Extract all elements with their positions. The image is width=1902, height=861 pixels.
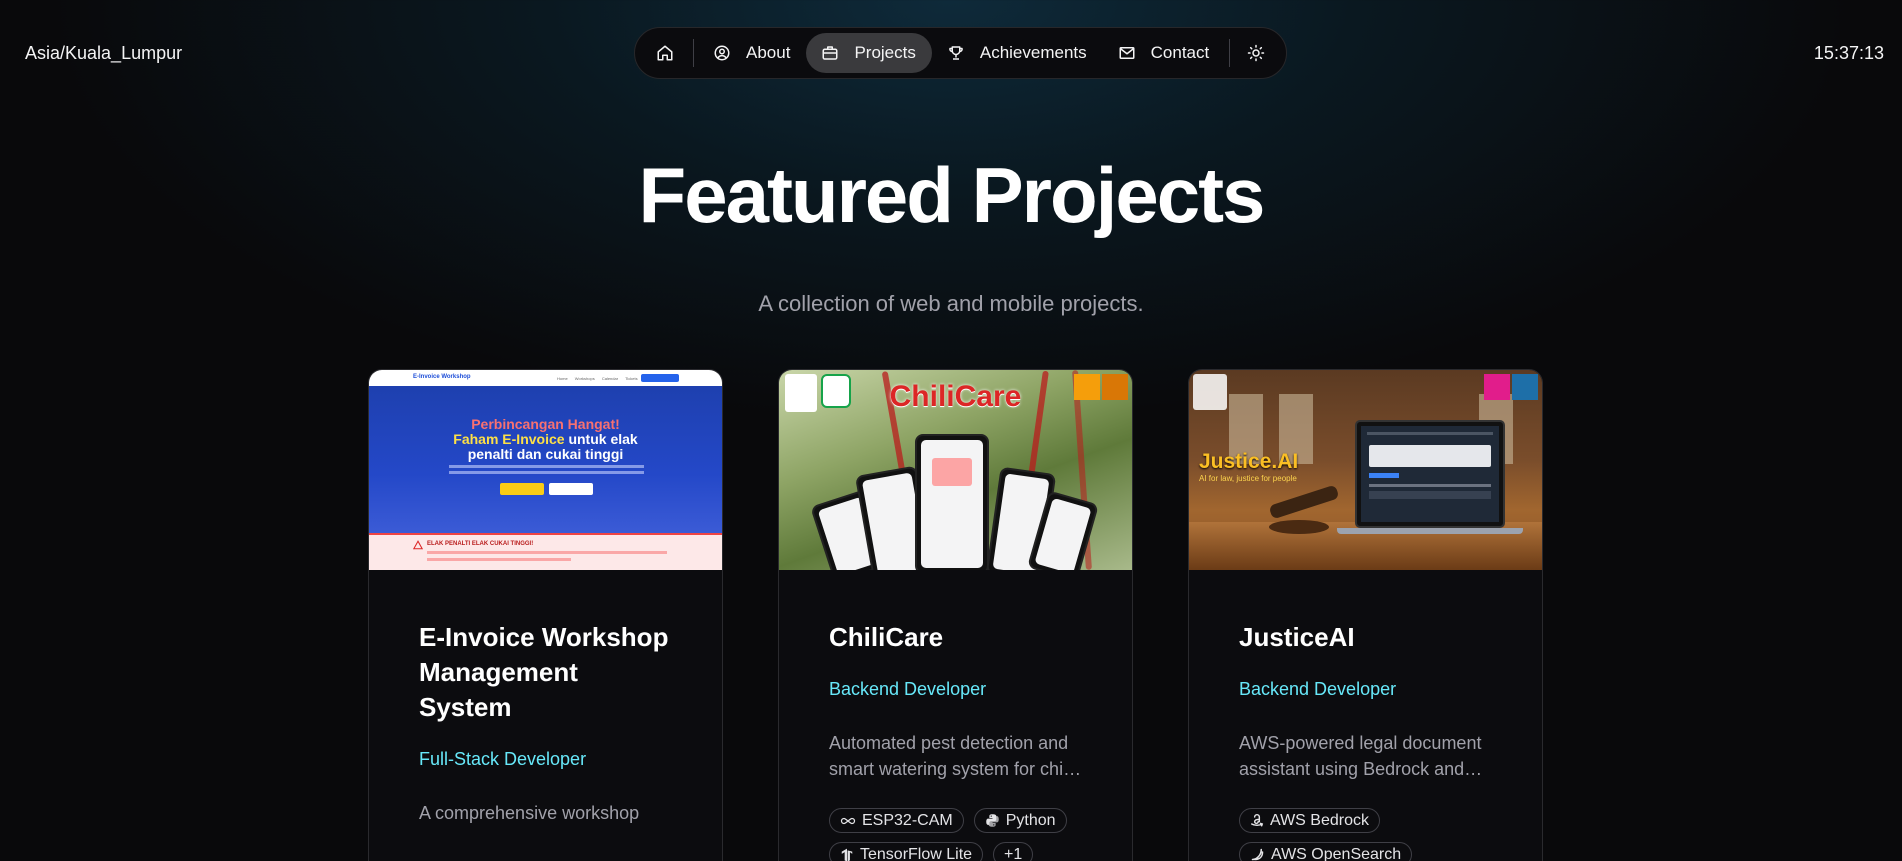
nav-contact[interactable]: Contact (1103, 33, 1226, 73)
thumbnail-heading: Perbincangan Hangat! (471, 416, 620, 432)
project-thumbnail: E-Invoice Workshop Home Workshops Calend… (369, 370, 722, 570)
tech-tag: ESP32-CAM (829, 808, 964, 833)
project-description: Automated pest detection and smart water… (829, 733, 1072, 779)
project-role: Backend Developer (1239, 679, 1397, 699)
project-title: ChiliCare (829, 622, 944, 652)
briefcase-icon (820, 43, 840, 63)
infinity-icon (840, 816, 856, 826)
tech-tags: AWS Bedrock AWS OpenSearch (1239, 808, 1492, 861)
project-thumbnail: Justice.AI AI for law, justice for peopl… (1189, 370, 1542, 570)
nav-home-button[interactable] (641, 33, 689, 73)
tensorflow-icon (840, 847, 854, 861)
page-subtitle: A collection of web and mobile projects. (758, 291, 1144, 316)
tech-tag-more[interactable]: +1 (993, 842, 1034, 861)
nav-about-label: About (746, 43, 791, 62)
sun-icon (1246, 43, 1266, 63)
tech-tag: Python (973, 808, 1067, 833)
nav-contact-label: Contact (1150, 43, 1210, 62)
project-description: AWS-powered legal document assistant usi… (1239, 733, 1482, 779)
nav-divider (693, 39, 694, 67)
top-navbar: About Projects Achievements Contact (634, 27, 1287, 79)
project-role: Backend Developer (829, 679, 987, 699)
project-description: A comprehensive workshop (419, 803, 640, 823)
theme-toggle-button[interactable] (1234, 33, 1278, 73)
page-title: Featured Projects (638, 151, 1266, 239)
nav-achievements[interactable]: Achievements (932, 33, 1103, 73)
project-card-justiceai[interactable]: Justice.AI AI for law, justice for peopl… (1188, 369, 1543, 861)
thumbnail-heading-2: Faham E-Invoice untuk elak penalti dan c… (453, 431, 638, 462)
project-role: Full-Stack Developer (419, 749, 587, 769)
thumbnail-brand: ChiliCare (889, 380, 1022, 413)
project-card-einvoice[interactable]: E-Invoice Workshop Home Workshops Calend… (368, 369, 723, 861)
thumbnail-logo-text: E-Invoice Workshop (413, 374, 471, 380)
tech-tag: AWS OpenSearch (1239, 842, 1413, 861)
nav-projects[interactable]: Projects (806, 33, 932, 73)
nav-projects-label: Projects (854, 43, 916, 62)
home-icon (655, 43, 675, 63)
nav-about[interactable]: About (698, 33, 806, 73)
user-circle-icon (712, 43, 732, 63)
nav-divider (1229, 39, 1231, 67)
python-icon (985, 813, 1000, 828)
opensearch-icon (1250, 847, 1265, 861)
thumbnail-brand: Justice.AI (1199, 450, 1299, 473)
project-title: E-Invoice Workshop Management System (419, 622, 669, 722)
clock: 15:37:13 (1813, 43, 1884, 63)
thumbnail-tagline: AI for law, justice for people (1199, 474, 1297, 483)
trophy-icon (946, 43, 966, 63)
tech-tags: ESP32-CAM Python TensorFlow Lite +1 (829, 808, 1082, 861)
tech-tag: TensorFlow Lite (829, 842, 984, 861)
project-title: JusticeAI (1239, 622, 1355, 652)
amazon-icon (1250, 813, 1264, 828)
nav-achievements-label: Achievements (979, 43, 1087, 62)
mail-icon (1117, 43, 1137, 63)
project-card-chilicare[interactable]: ChiliCare ChiliCare Backend Developer Au… (778, 369, 1133, 861)
tech-tag: AWS Bedrock (1239, 808, 1380, 833)
timezone-label: Asia/Kuala_Lumpur (25, 43, 183, 63)
project-thumbnail: ChiliCare (779, 370, 1132, 570)
thumbnail-alert-text: ELAK PENALTI ELAK CUKAI TINGGI! (427, 541, 534, 547)
